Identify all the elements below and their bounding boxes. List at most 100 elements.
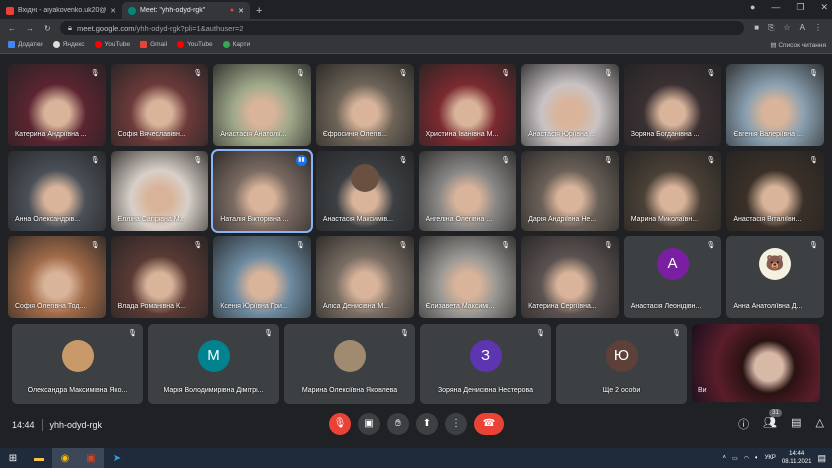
bookmark-apps[interactable]: Додатки (8, 41, 43, 49)
reload-icon[interactable]: ↻ (44, 24, 51, 33)
people-button[interactable]: 31 👥︎ (763, 409, 782, 432)
avatar: А (656, 247, 689, 280)
participant-tile[interactable]: 🎙︎ Влада Романівна К... (110, 236, 209, 318)
maximize-icon[interactable]: ❐ (796, 2, 804, 13)
more-options-button[interactable]: ⋮ (445, 413, 467, 435)
present-button[interactable]: ⬆ (416, 413, 438, 435)
recording-icon: ● (229, 7, 235, 14)
mic-off-icon: 🎙︎ (90, 242, 100, 249)
participant-tile[interactable]: 🎙︎ Євгенія Валеріївна ... (726, 64, 824, 146)
telegram-icon[interactable]: ➤ (104, 448, 130, 468)
participant-tile[interactable]: ▮▮ Наталія Вікторівна ... (211, 149, 313, 233)
people-icon: 👥︎ (763, 417, 778, 429)
participant-tile[interactable]: 🎙︎ Анна Олександрів... (8, 151, 106, 231)
participant-name: Анастасія Леонідівн... (630, 303, 702, 310)
bookmark-gmail[interactable]: Gmail (140, 41, 167, 49)
participant-tile[interactable]: 🎙︎ Ксенія Юріївна Гри... (213, 236, 311, 318)
volume-icon[interactable]: 🔈︎ (755, 455, 759, 462)
avatar: З (469, 340, 502, 372)
participant-tile[interactable]: 🎙︎ Анастасія Анатолії... (213, 64, 311, 146)
participant-name: Марія Володимирівна Дімітрі... (163, 387, 264, 394)
start-icon[interactable]: ⊞ (0, 448, 26, 468)
participant-tile[interactable]: 🎙︎ Єфросинія Олегів... (315, 64, 414, 146)
mic-off-icon: 🎙︎ (501, 70, 511, 77)
participant-tile[interactable]: 🎙︎ Аліса Денисівна М... (315, 236, 414, 318)
participant-name: Елліна Сагірівна М... (117, 216, 186, 223)
avatar: М (197, 340, 230, 372)
close-window-icon[interactable]: ✕ (820, 2, 828, 13)
battery-icon[interactable]: ▭ (732, 455, 738, 462)
participant-tile[interactable]: 🎙︎ Катерина Сергіївна... (521, 236, 619, 318)
participant-tile[interactable]: 🎙︎ Олександра Максимівна Яко... (12, 324, 143, 404)
bookmarks-bar: Додатки Яндекс YouTube Gmail YouTube Кар… (0, 37, 832, 54)
participant-tile[interactable]: 🎙︎ Анастасія Максимів... (315, 151, 414, 231)
raise-hand-button[interactable]: ✋︎ (387, 413, 409, 435)
close-tab-icon[interactable]: ✕ (238, 7, 244, 15)
leave-call-button[interactable]: ☎︎ (474, 413, 504, 435)
profile-button[interactable]: A (800, 23, 805, 33)
participant-tile[interactable]: 🐻 🎙︎ Анна Анатоліївна Д... (726, 236, 824, 318)
bookmark-yandex[interactable]: Яндекс (52, 41, 85, 49)
camera-icon[interactable]: ■ (754, 23, 759, 33)
reading-list-button[interactable]: ▤ Список читання (770, 41, 826, 49)
participant-name: Наталія Вікторівна ... (220, 216, 289, 223)
forward-icon[interactable]: → (26, 24, 34, 33)
participant-tile[interactable]: 🎙︎ Елліна Сагірівна М... (110, 151, 209, 231)
youtube-icon (94, 41, 102, 49)
participant-tile[interactable]: А 🎙︎ Анастасія Леонідівн... (623, 236, 722, 318)
participant-tile[interactable]: Ю 🎙︎ Ще 2 особи (556, 324, 687, 404)
participant-tile[interactable]: 🎙︎ Анастасія Юріївна ... (521, 64, 619, 146)
language-indicator[interactable]: УКР (765, 455, 776, 461)
participant-tile[interactable]: 🎙︎ Софія Вячеславівн... (110, 64, 209, 146)
mic-off-icon: 🎙︎ (501, 242, 511, 249)
participant-tile[interactable]: М 🎙︎ Марія Володимирівна Дімітрі... (148, 324, 279, 404)
bookmark-youtube-2[interactable]: YouTube (177, 41, 213, 49)
participant-tile[interactable]: 🎙︎ Анастасія Віталіївн... (726, 151, 824, 231)
mic-off-icon: 🎙︎ (809, 157, 818, 164)
menu-icon[interactable]: ⋮ (814, 23, 822, 33)
participant-tile[interactable]: 🎙︎ Катерина Андріївна ... (8, 64, 106, 146)
translate-icon[interactable]: ⎘ (768, 23, 774, 33)
participant-tile[interactable]: 🎙︎ Зоряна Богданівна ... (623, 64, 722, 146)
participant-tile[interactable]: З 🎙︎ Зоряна Денисівна Нестерова (420, 324, 551, 404)
meeting-time: 14:44 (12, 420, 35, 430)
participant-tile[interactable]: 🎙︎ Дарія Андріївна Не... (521, 151, 619, 231)
self-view-tile[interactable]: Ви (692, 324, 820, 402)
url-input[interactable]: 🔒︎ meet.google.com/yhh-odyd-rgk?pli=1&aut… (60, 21, 745, 35)
info-icon[interactable]: ⓘ (738, 416, 749, 432)
participant-name: Анастасія Анатолії... (220, 131, 287, 138)
new-tab-button[interactable]: + (256, 5, 262, 17)
bookmark-youtube[interactable]: YouTube (94, 41, 130, 49)
participant-tile[interactable]: 🎙︎ Софія Олегівна Тод... (8, 236, 106, 318)
mic-off-icon: 🎙︎ (398, 242, 408, 249)
mic-off-button[interactable]: 🎙︎ (329, 413, 351, 435)
star-icon[interactable]: ☆ (783, 23, 790, 33)
participant-tile[interactable]: 🎙︎ Єлизавета Максимі... (418, 236, 517, 318)
bookmark-maps[interactable]: Карти (222, 41, 250, 49)
back-icon[interactable]: ← (8, 24, 16, 33)
powerpoint-icon[interactable]: ▣ (78, 448, 104, 468)
mic-off-icon: 🎙︎ (193, 157, 203, 164)
wifi-icon[interactable]: ◠ (744, 455, 749, 462)
close-tab-icon[interactable]: ✕ (110, 7, 116, 15)
file-explorer-icon[interactable]: ▬ (26, 448, 52, 468)
tab-meet[interactable]: Meet: "yhh-odyd-rgk" ● ✕ (122, 2, 250, 19)
avatar: Ю (605, 340, 638, 372)
tray-chevron-icon[interactable]: ˄ (723, 455, 727, 461)
taskbar-clock[interactable]: 14:44 08.11.2021 (782, 450, 812, 466)
chrome-icon[interactable]: ◉ (52, 448, 78, 468)
profile-icon[interactable]: ● (750, 2, 755, 13)
mic-off-icon: 🎙︎ (90, 157, 100, 164)
minimize-icon[interactable]: — (771, 2, 780, 13)
participant-name: Дарія Андріївна Не... (528, 216, 597, 223)
participant-tile[interactable]: 🎙︎ Ангеліна Олегівна ... (418, 151, 517, 231)
chat-icon[interactable]: ▤ (791, 416, 801, 432)
camera-button[interactable]: ▣ (358, 413, 380, 435)
camera-icon: ▣ (364, 418, 374, 429)
participant-tile[interactable]: 🎙︎ Марина Олексіївна Яковлева (284, 324, 415, 404)
tab-gmail[interactable]: Вхідні - aiyakovenko.uk20@kubg✕ (0, 2, 122, 19)
participant-tile[interactable]: 🎙︎ Христина Іванівна М... (418, 64, 517, 146)
participant-tile[interactable]: 🎙︎ Марина Миколаївн... (623, 151, 722, 231)
activities-icon[interactable]: △ (816, 416, 824, 432)
notifications-icon[interactable]: ▤ (817, 453, 826, 464)
